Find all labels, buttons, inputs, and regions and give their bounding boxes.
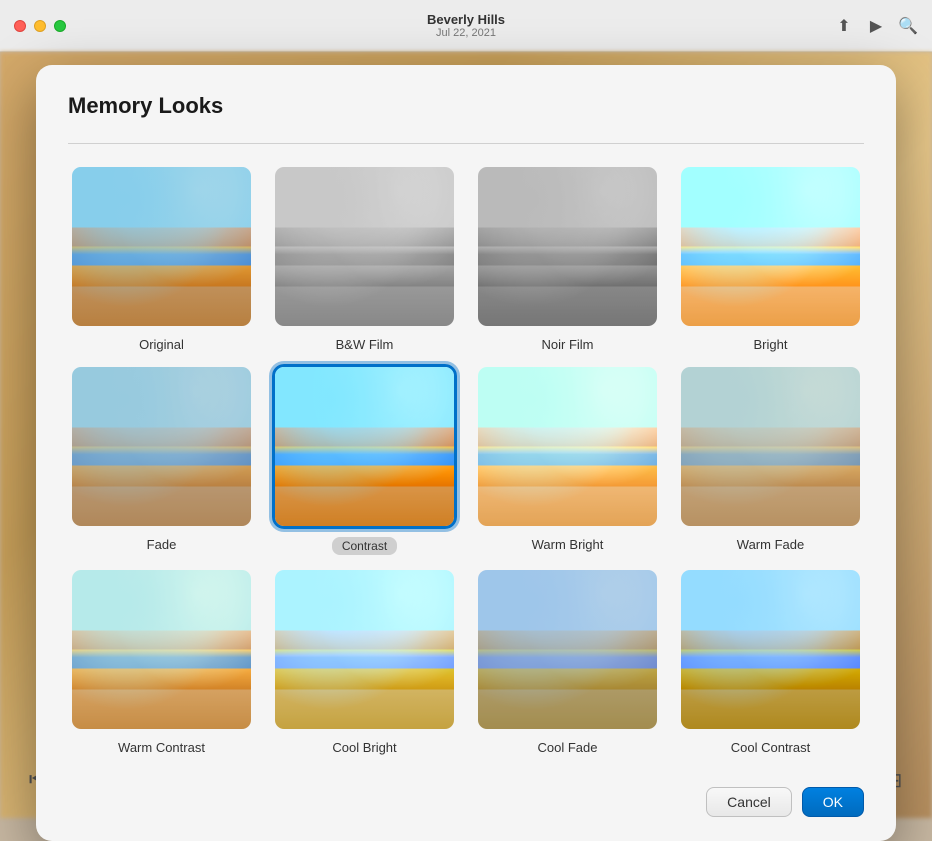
- look-photo-cool-contrast: [681, 570, 860, 729]
- look-label-warm-contrast: Warm Contrast: [118, 740, 205, 755]
- look-label-warm-bright: Warm Bright: [532, 537, 604, 552]
- look-label-cool-contrast: Cool Contrast: [731, 740, 810, 755]
- modal-title: Memory Looks: [68, 93, 864, 119]
- look-thumb-cool-bright: [272, 567, 457, 732]
- look-item-warm-bright[interactable]: Warm Bright: [474, 364, 661, 555]
- look-photo-bw-film: [275, 167, 454, 326]
- look-thumb-cool-fade: [475, 567, 660, 732]
- look-label-noir-film: Noir Film: [542, 337, 594, 352]
- ok-button[interactable]: OK: [802, 787, 864, 817]
- look-thumb-contrast: [272, 364, 457, 529]
- maximize-button[interactable]: [54, 20, 66, 32]
- look-item-cool-bright[interactable]: Cool Bright: [271, 567, 458, 755]
- look-label-cool-fade: Cool Fade: [538, 740, 598, 755]
- look-photo-original: [72, 167, 251, 326]
- window-title-area: Beverly Hills Jul 22, 2021: [427, 12, 505, 39]
- look-photo-fade: [72, 367, 251, 526]
- divider: [68, 143, 864, 144]
- look-thumb-warm-bright: [475, 364, 660, 529]
- look-photo-noir-film: [478, 167, 657, 326]
- look-item-cool-contrast[interactable]: Cool Contrast: [677, 567, 864, 755]
- look-photo-bright: [681, 167, 860, 326]
- memory-looks-modal: Memory Looks Original B&W Film Noir Film Br…: [36, 65, 896, 841]
- look-photo-warm-fade: [681, 367, 860, 526]
- look-item-warm-contrast[interactable]: Warm Contrast: [68, 567, 255, 755]
- look-thumb-warm-contrast: [69, 567, 254, 732]
- look-item-contrast[interactable]: Contrast: [271, 364, 458, 555]
- look-item-noir-film[interactable]: Noir Film: [474, 164, 661, 352]
- look-label-original: Original: [139, 337, 184, 352]
- look-photo-cool-fade: [478, 570, 657, 729]
- look-item-cool-fade[interactable]: Cool Fade: [474, 567, 661, 755]
- close-button[interactable]: [14, 20, 26, 32]
- look-label-cool-bright: Cool Bright: [332, 740, 396, 755]
- look-label-contrast: Contrast: [332, 537, 397, 555]
- cancel-button[interactable]: Cancel: [706, 787, 792, 817]
- search-icon[interactable]: 🔍: [898, 16, 918, 36]
- modal-footer: Cancel OK: [68, 779, 864, 817]
- minimize-button[interactable]: [34, 20, 46, 32]
- looks-grid: Original B&W Film Noir Film Bright Fade Contr…: [68, 164, 864, 755]
- look-item-bright[interactable]: Bright: [677, 164, 864, 352]
- look-photo-contrast: [275, 367, 454, 526]
- look-thumb-bw-film: [272, 164, 457, 329]
- look-photo-warm-contrast: [72, 570, 251, 729]
- look-label-fade: Fade: [147, 537, 177, 552]
- look-photo-warm-bright: [478, 367, 657, 526]
- traffic-lights: [14, 20, 66, 32]
- window-chrome: Beverly Hills Jul 22, 2021 ⬆ ▶ 🔍: [0, 0, 932, 52]
- look-thumb-bright: [678, 164, 863, 329]
- look-thumb-warm-fade: [678, 364, 863, 529]
- chrome-controls: ⬆ ▶ 🔍: [834, 16, 918, 36]
- slideshow-icon[interactable]: ▶: [866, 16, 886, 36]
- look-label-warm-fade: Warm Fade: [737, 537, 804, 552]
- look-thumb-fade: [69, 364, 254, 529]
- share-icon[interactable]: ⬆: [834, 16, 854, 36]
- look-item-fade[interactable]: Fade: [68, 364, 255, 555]
- look-item-bw-film[interactable]: B&W Film: [271, 164, 458, 352]
- look-thumb-noir-film: [475, 164, 660, 329]
- look-label-bw-film: B&W Film: [336, 337, 394, 352]
- window-subtitle: Jul 22, 2021: [427, 27, 505, 39]
- look-photo-cool-bright: [275, 570, 454, 729]
- look-thumb-cool-contrast: [678, 567, 863, 732]
- look-thumb-original: [69, 164, 254, 329]
- look-item-warm-fade[interactable]: Warm Fade: [677, 364, 864, 555]
- look-label-bright: Bright: [754, 337, 788, 352]
- window-title: Beverly Hills: [427, 12, 505, 27]
- look-item-original[interactable]: Original: [68, 164, 255, 352]
